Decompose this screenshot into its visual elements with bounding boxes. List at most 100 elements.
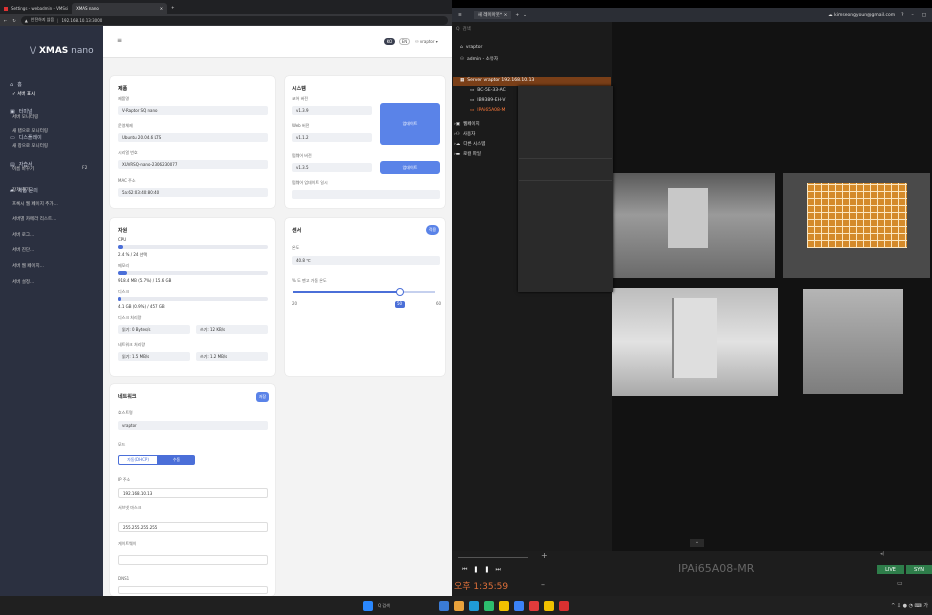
monitor-icon: ▭ [10,134,15,141]
tree-user[interactable]: ⌂ vraptor [460,45,482,50]
tree-camera-1[interactable]: ▭ BC-5E-33-AC [470,88,506,93]
os-field: Ubuntu 20.04.6 LTS [118,133,268,142]
dns-input[interactable] [118,586,268,594]
memory-bar-fill [118,271,127,275]
chevron-down-icon[interactable]: ⌄ [523,13,527,18]
help-icon[interactable]: ? [901,13,903,18]
menu-item-rename[interactable]: 이름 바꾸기 F2 [12,166,87,172]
sidebar-item-home[interactable]: ⌂ 홈 [10,81,22,89]
vms-app-icon[interactable] [544,600,554,611]
hostname-field[interactable]: vraptor [118,421,268,430]
volume-slider[interactable] [458,557,528,558]
camera-view-2[interactable] [612,288,778,396]
network-save-button[interactable]: 저장 [256,392,269,402]
firmware-date-field [292,190,440,199]
app2-icon[interactable] [559,600,569,611]
tree-server[interactable]: ▦ Server vraptor 192.168.10.13 [460,78,534,83]
tree-webpages[interactable]: ›▣ 웹페이지 [454,121,480,128]
reload-icon[interactable]: ↻ [12,18,15,23]
menu-item-camera-list[interactable]: 서버별 카메라 리스트... [12,216,56,222]
home-icon: ⌂ [460,45,463,50]
menu-icon[interactable]: ≡ [117,37,122,44]
url-field[interactable]: ▲ 안전하지 않음 | 192.168.10.13:3000 [20,15,448,25]
browser-tab-settings[interactable]: Settings - webadmin - VMSsi [0,3,72,14]
tree-camera-2[interactable]: ▭ IB9389-EH-V [470,98,505,103]
menu-item-diagnostics[interactable]: 서버 진단... [12,247,34,253]
back-icon[interactable]: ← [4,18,7,23]
chevron-up-icon[interactable]: ⌄ [690,539,704,547]
sync-button[interactable]: SYN [906,565,932,574]
camera-icon: ▭ [470,108,475,113]
menu-item-web-page[interactable]: 서버 웹 페이지... [12,263,44,269]
sidebar-item-display[interactable]: ▭ 디스플레이 [10,134,42,142]
account-label[interactable]: ☁ kimseongyoun@gmail.com [828,13,895,18]
speaker-icon[interactable]: ◂) [880,551,884,557]
firmware-update-button[interactable]: 업데이트 [380,161,440,174]
browser-tab-xmas[interactable]: XMAS nano × [72,3,168,14]
menu-item-monitor-new-window[interactable]: 새 창으로 모니터링 [12,143,48,149]
app-icon[interactable] [514,600,524,611]
calendar-icon[interactable]: ▭ [897,580,903,587]
mode-auto-button[interactable]: 자동(DHCP) [118,455,158,465]
menu-item-add-proxy[interactable]: 프록시 웹 페이지 추가... [12,201,58,207]
add-tab-icon[interactable]: + [515,13,519,18]
disk-write-field: 쓰기: 12 KB/s [196,325,268,334]
files-icon[interactable] [499,600,509,611]
folder-icon: ›▬ [454,151,461,157]
menu-icon[interactable]: ≡ [458,13,462,18]
resources-title: 자원 [118,228,128,234]
lang-ko-button[interactable]: KO [384,38,395,45]
update-button[interactable]: 업데이트 [380,103,440,145]
menu-item-add-device[interactable]: 장치 추가... [12,187,34,193]
edge-icon[interactable] [469,600,479,611]
taskbar-app-icon[interactable] [439,600,449,611]
system-tray[interactable]: ^ ⇩ ● ◔ ⌨ 가 [891,602,928,609]
server-icon: ▦ [460,78,465,83]
mode-manual-button[interactable]: 수동 [158,455,195,465]
windows-start-icon[interactable] [363,600,373,611]
menu-item-show-server[interactable]: ✓ 서버 표시 [12,91,35,97]
slider-thumb[interactable] [395,288,404,296]
lang-en-button[interactable]: EN [399,38,410,45]
camera-view-3[interactable] [783,173,930,278]
close-icon[interactable]: × [504,13,508,18]
folder-icon[interactable] [454,600,464,611]
live-button[interactable]: LIVE [877,565,904,574]
taskbar-search[interactable]: Q 검색 [378,601,404,611]
menu-item-server-settings[interactable]: 서버 설정... [12,279,34,285]
tree-admin[interactable]: ⚇ admin - 소유자 [460,56,498,63]
minimize-icon[interactable]: – [911,13,913,18]
mac-field: 5a:62:03:40:80:40 [118,188,268,197]
playback-controls[interactable]: ⏮❚❚⏭ [462,566,507,574]
maximize-icon[interactable]: □ [922,13,926,18]
model-field: V-Raptor SQ nano [118,106,268,115]
sensor-apply-button[interactable]: 적용 [426,225,439,235]
tree-other-systems[interactable]: ›☁ 다른 시스템 [454,141,485,148]
menu-item-server-log[interactable]: 서버 로그... [12,232,34,238]
tree-users[interactable]: ›⚇ 사용자 [454,131,475,138]
cpu-bar [118,245,268,249]
tree-camera-3[interactable]: ▭ IPAi65A08-M [470,108,505,113]
gateway-input[interactable] [118,555,268,565]
camera-icon: ▭ [470,88,475,93]
tree-search[interactable]: Q 검색 [452,24,612,34]
camera-view-1[interactable] [613,173,775,278]
minus-icon[interactable]: – [541,580,545,589]
layout-tab[interactable]: 새 레이아웃* × [473,11,512,19]
user-menu[interactable]: ⚇ vraptor ▾ [415,39,438,44]
prev-icon: ⏮ [462,566,474,573]
ip-input[interactable]: 192.168.10.13 [118,488,268,498]
chrome-icon[interactable] [529,600,539,611]
tab-label: XMAS nano [76,6,99,11]
subnet-input[interactable]: 255.255.255.255 [118,522,268,532]
add-icon[interactable]: + [541,551,548,560]
close-icon[interactable]: × [160,6,163,11]
menu-item-monitor[interactable]: 서버 모니터링 [12,114,38,120]
store-icon[interactable] [484,600,494,611]
top-bar: ≡ KO EN ⚇ vraptor ▾ [103,26,452,58]
tree-local-files[interactable]: ›▬ 로컬 파일 [454,151,481,158]
camera-view-4[interactable] [803,289,903,394]
new-tab-icon[interactable]: + [171,5,174,10]
cloud-icon: ›☁ [454,141,461,147]
menu-item-monitor-new-tab[interactable]: 새 탭으로 모니터링 [12,128,48,134]
